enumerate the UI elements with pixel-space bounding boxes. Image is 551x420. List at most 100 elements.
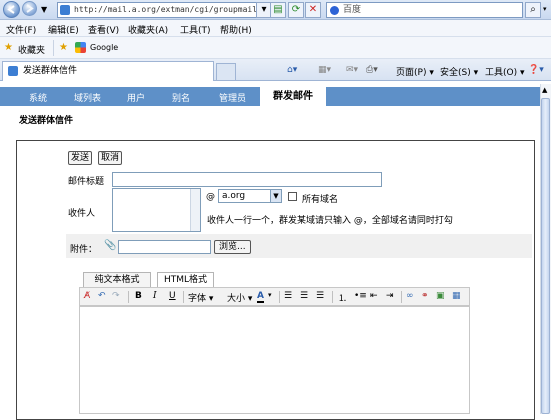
- subject-label: 邮件标题: [68, 177, 105, 187]
- url-text: http://mail.a.org/extman/cgi/groupmail.c…: [74, 5, 277, 14]
- page-menu[interactable]: 页面(P) ▾: [396, 65, 434, 78]
- menu-bar: 文件(F) 编辑(E) 查看(V) 收藏夹(A) 工具(T) 帮助(H): [0, 20, 551, 37]
- menu-favorites[interactable]: 收藏夹(A): [128, 23, 168, 36]
- forward-button[interactable]: [22, 1, 37, 16]
- nav-tab-group-mail[interactable]: 群发邮件: [260, 87, 326, 107]
- tab-html[interactable]: HTML格式: [157, 272, 214, 287]
- unordered-list-icon[interactable]: •≡: [354, 291, 367, 301]
- recipients-hint: 收件人一行一个，群发某域请只输入 @，全部域名请同时打勾: [207, 216, 453, 226]
- safety-menu[interactable]: 安全(S) ▾: [440, 65, 478, 78]
- browse-button[interactable]: 浏览...: [214, 240, 251, 254]
- tools-menu-label: 工具(O): [485, 68, 518, 78]
- table-icon[interactable]: ▦: [452, 291, 461, 301]
- nav-tab-system[interactable]: 系统: [29, 91, 47, 104]
- feeds-icon[interactable]: ▦▾: [318, 65, 331, 75]
- forward-arrow-icon: [26, 4, 34, 13]
- home-icon[interactable]: ⌂▾: [287, 65, 297, 75]
- menu-help[interactable]: 帮助(H): [220, 23, 252, 36]
- domain-select[interactable]: a.org ▼: [218, 189, 282, 203]
- menu-edit[interactable]: 编辑(E): [48, 23, 79, 36]
- clear-format-icon[interactable]: A̸: [84, 291, 90, 301]
- back-button[interactable]: [3, 1, 20, 18]
- nav-tab-users[interactable]: 用户: [127, 91, 145, 104]
- menu-view[interactable]: 查看(V): [88, 23, 119, 36]
- history-dropdown-icon[interactable]: ▼: [41, 5, 47, 14]
- attachment-label: 附件：: [70, 245, 98, 255]
- app-nav-bar: 系统 域列表 用户 别名 管理员 群发邮件: [0, 87, 540, 107]
- menu-file[interactable]: 文件(F): [6, 23, 36, 36]
- chevron-down-icon[interactable]: ▾: [268, 291, 272, 299]
- tools-menu[interactable]: 工具(O) ▾: [485, 65, 525, 78]
- editor-toolbar: A̸ ↶ ↷ B I U 字体 ▾ 大小 ▾ A ▾ ☰ ☰ ☰ ⒈ •≡ ⇤ …: [79, 287, 470, 306]
- send-button[interactable]: 发送: [68, 151, 93, 165]
- italic-icon[interactable]: I: [153, 291, 157, 301]
- search-options-icon[interactable]: ▾: [543, 5, 547, 13]
- subject-input[interactable]: [112, 172, 382, 187]
- divider: [332, 291, 333, 303]
- google-link[interactable]: Google: [90, 43, 118, 52]
- divider: [53, 40, 54, 56]
- divider: [183, 291, 184, 303]
- font-label: 字体: [188, 294, 207, 304]
- menu-tools[interactable]: 工具(T): [180, 23, 211, 36]
- align-center-icon[interactable]: ☰: [300, 291, 308, 301]
- search-placeholder: 百度: [343, 5, 362, 15]
- favorites-star-icon: ★: [4, 42, 13, 53]
- text-color-icon[interactable]: A: [257, 291, 264, 303]
- tab-title: 发送群体信件: [23, 66, 78, 76]
- font-size-dropdown[interactable]: 大小 ▾: [227, 291, 252, 304]
- font-family-dropdown[interactable]: 字体 ▾: [188, 291, 213, 304]
- scrollbar-thumb[interactable]: [541, 98, 550, 414]
- image-icon[interactable]: ▣: [436, 291, 445, 301]
- ordered-list-icon[interactable]: ⒈: [338, 291, 347, 304]
- nav-tab-admins[interactable]: 管理员: [219, 91, 246, 104]
- redo-icon[interactable]: ↷: [112, 291, 120, 301]
- size-label: 大小: [227, 294, 246, 304]
- scroll-up-icon[interactable]: ▲: [542, 86, 547, 94]
- divider: [279, 291, 280, 303]
- indent-icon[interactable]: ⇥: [386, 291, 394, 301]
- chevron-down-icon: ▼: [270, 190, 281, 202]
- domain-select-value: a.org: [222, 191, 246, 201]
- help-icon[interactable]: ❓▾: [528, 65, 544, 75]
- all-domains-checkbox[interactable]: [288, 192, 297, 201]
- at-sign: @: [206, 192, 215, 202]
- page-menu-label: 页面(P): [396, 68, 427, 78]
- align-right-icon[interactable]: ☰: [316, 291, 324, 301]
- url-input[interactable]: http://mail.a.org/extman/cgi/groupmail.c…: [57, 2, 283, 18]
- search-input[interactable]: 百度: [326, 2, 523, 18]
- tab-plain-text[interactable]: 纯文本格式: [83, 272, 151, 287]
- underline-icon[interactable]: U: [169, 291, 176, 301]
- mail-icon[interactable]: ✉▾: [346, 65, 358, 75]
- recipients-textarea[interactable]: [112, 188, 201, 232]
- refresh-icon[interactable]: ⟳: [288, 2, 304, 18]
- bold-icon[interactable]: B: [135, 291, 142, 301]
- print-icon[interactable]: ⎙▾: [366, 65, 378, 75]
- back-arrow-icon: [7, 5, 15, 14]
- favorites-button[interactable]: 收藏夹: [18, 43, 45, 56]
- align-left-icon[interactable]: ☰: [284, 291, 292, 301]
- outdent-icon[interactable]: ⇤: [370, 291, 378, 301]
- new-tab-button[interactable]: [216, 63, 236, 80]
- divider: [401, 291, 402, 303]
- browser-tab-active[interactable]: 发送群体信件: [2, 61, 214, 81]
- recipients-label: 收件人: [68, 209, 96, 219]
- page-icon: [60, 5, 70, 15]
- divider: [128, 291, 129, 303]
- nav-tab-domains[interactable]: 域列表: [74, 91, 101, 104]
- safety-menu-label: 安全(S): [440, 68, 471, 78]
- nav-tab-aliases[interactable]: 别名: [172, 91, 190, 104]
- add-favorite-icon[interactable]: ★: [59, 42, 68, 53]
- message-editor[interactable]: [79, 306, 470, 414]
- undo-icon[interactable]: ↶: [98, 291, 106, 301]
- link-icon[interactable]: ∞: [406, 291, 414, 301]
- compat-view-icon[interactable]: ▤: [270, 2, 286, 18]
- baidu-icon: [330, 6, 339, 15]
- stop-icon[interactable]: ✕: [305, 2, 321, 18]
- unlink-icon[interactable]: ⚭: [421, 291, 429, 301]
- search-icon[interactable]: ⌕: [525, 2, 541, 18]
- recipients-scrollbar[interactable]: [190, 189, 200, 231]
- cancel-button[interactable]: 取消: [98, 151, 123, 165]
- paperclip-icon: 📎: [104, 240, 117, 251]
- attachment-file-input[interactable]: [118, 240, 211, 254]
